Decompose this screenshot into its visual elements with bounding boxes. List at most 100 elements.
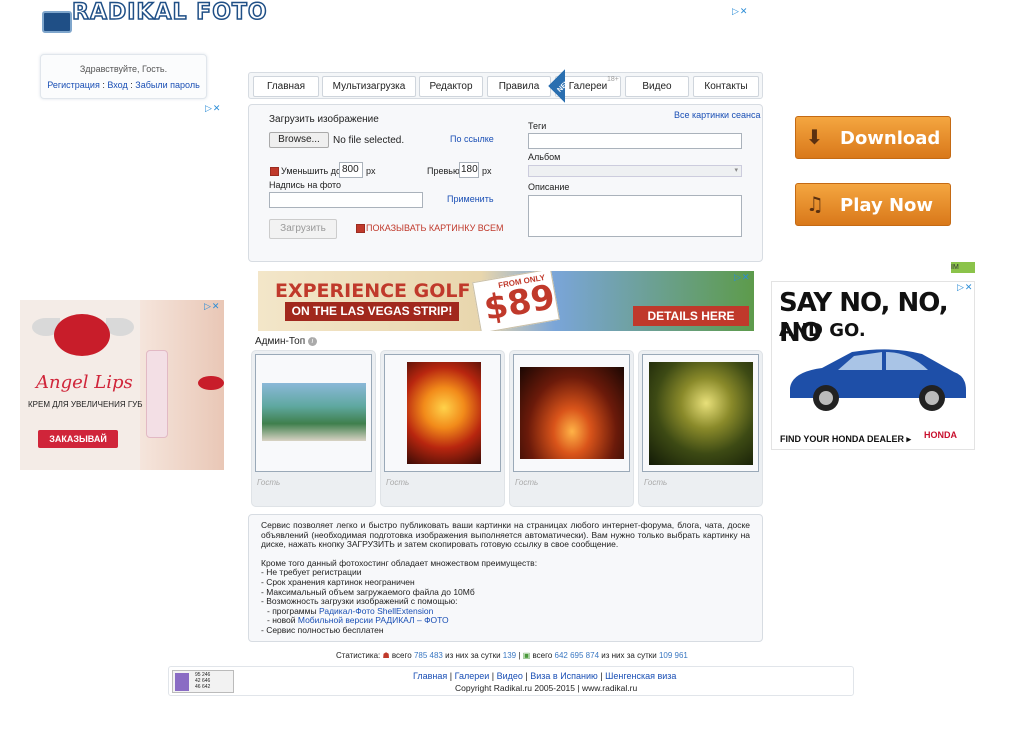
- thumbnail-card[interactable]: Гость: [509, 350, 634, 507]
- shell-extension-link[interactable]: Радикал-Фото ShellExtension: [319, 606, 433, 616]
- footer-link-spain-visa[interactable]: Виза в Испанию: [530, 671, 598, 681]
- honda-logo: HONDA: [924, 430, 957, 440]
- by-link-link[interactable]: По ссылке: [450, 134, 494, 144]
- preview-label: Превью: [427, 166, 460, 176]
- description-intro: Сервис позволяет легко и быстро публиков…: [261, 520, 750, 550]
- upload-title: Загрузить изображение: [269, 114, 379, 125]
- tab-rules[interactable]: Правила: [487, 76, 551, 97]
- golf-ad-banner[interactable]: EXPERIENCE GOLF ON THE LAS VEGAS STRIP! …: [258, 271, 754, 331]
- stat-total-users: 785 483: [413, 651, 443, 660]
- info-icon[interactable]: i: [307, 336, 317, 346]
- wing-icon: [106, 318, 134, 336]
- thumbnail-author: Гость: [257, 478, 281, 487]
- advantage-item: - Сервис полностью бесплатен: [261, 624, 384, 635]
- lips-ad-brand: Angel Lips: [36, 372, 133, 393]
- ad-choices-icon[interactable]: ▷✕: [205, 103, 225, 113]
- tags-input[interactable]: [528, 133, 742, 149]
- tab-video[interactable]: Видео: [625, 76, 689, 97]
- tags-label: Теги: [528, 121, 547, 131]
- browse-button[interactable]: Browse...: [269, 132, 329, 148]
- im-badge: IM: [951, 262, 975, 273]
- tab-contacts[interactable]: Контакты: [693, 76, 759, 97]
- thumbnail-author: Гость: [386, 478, 410, 487]
- footer-link-galleries[interactable]: Галереи: [455, 671, 490, 681]
- play-now-button[interactable]: ♫ Play Now: [795, 183, 951, 226]
- mobile-version-link[interactable]: Мобильной версии РАДИКАЛ – ФОТО: [298, 615, 449, 626]
- resize-label: Уменьшить до: [281, 166, 341, 176]
- lake-thumbnail[interactable]: [262, 383, 366, 441]
- service-description: Сервис позволяет легко и быстро публиков…: [248, 514, 763, 642]
- ad-choices-icon[interactable]: ▷✕: [732, 6, 752, 16]
- stat-total-images: 642 695 874: [554, 651, 600, 660]
- upload-button[interactable]: Загрузить: [269, 219, 337, 239]
- thumbnail-card[interactable]: Гость: [251, 350, 376, 507]
- stat-day-users: 139: [502, 651, 517, 660]
- description-textarea[interactable]: [528, 195, 742, 237]
- resize-px-label: px: [366, 166, 376, 176]
- honda-ad-dealer-link[interactable]: FIND YOUR HONDA DEALER ▸: [780, 434, 911, 445]
- lips-ad-subtitle: КРЕМ ДЛЯ УВЕЛИЧЕНИЯ ГУБ: [28, 400, 143, 409]
- login-box: Здравствуйте, Гость. Регистрация : Вход …: [40, 54, 207, 99]
- caption-label: Надпись на фото: [269, 180, 342, 190]
- honda-ad-line2: AND GO.: [779, 320, 866, 341]
- angel-lips-ad[interactable]: Angel Lips КРЕМ ДЛЯ УВЕЛИЧЕНИЯ ГУБ ЗАКАЗ…: [20, 300, 224, 470]
- show-all-label: ПОКАЗЫВАТЬ КАРТИНКУ ВСЕМ: [366, 223, 504, 233]
- lips-image: [198, 376, 224, 390]
- tab-multiupload[interactable]: Мультизагрузка: [322, 76, 416, 97]
- golf-ad-headline: EXPERIENCE GOLF: [275, 280, 471, 302]
- footer-link-home[interactable]: Главная: [413, 671, 447, 681]
- counter-logo-icon: [175, 673, 189, 691]
- golf-ad-cta[interactable]: DETAILS HERE: [633, 306, 749, 326]
- admin-top-heading: Админ-Топ i: [255, 336, 317, 347]
- stat-day-images: 109 961: [658, 651, 688, 660]
- footer: 95 246 42 646 46 642 Главная | Галереи |…: [168, 666, 854, 696]
- album-select[interactable]: ▾: [528, 165, 742, 177]
- lips-ad-cta[interactable]: ЗАКАЗЫВАЙ: [38, 430, 118, 448]
- resize-checkbox[interactable]: [270, 167, 279, 176]
- visitor-counter[interactable]: 95 246 42 646 46 642: [172, 670, 234, 693]
- show-all-checkbox[interactable]: [356, 224, 365, 233]
- phoenix-thumbnail[interactable]: [407, 362, 481, 464]
- apply-link[interactable]: Применить: [447, 194, 494, 204]
- preview-px-label: px: [482, 166, 492, 176]
- footer-link-video[interactable]: Видео: [497, 671, 523, 681]
- preview-input[interactable]: 180: [459, 162, 479, 178]
- greeting-text: Здравствуйте, Гость.: [79, 64, 168, 74]
- cave-lava-thumbnail[interactable]: [520, 367, 624, 459]
- caption-input[interactable]: [269, 192, 423, 208]
- thumbnail-author: Гость: [644, 478, 668, 487]
- main-nav: Главная Мультизагрузка Редактор Правила …: [248, 72, 763, 99]
- car-image: [790, 349, 966, 411]
- age-badge: 18+: [607, 76, 619, 83]
- chevron-down-icon: ▾: [734, 167, 738, 174]
- login-link[interactable]: Вход: [107, 80, 127, 90]
- description-label: Описание: [528, 182, 570, 192]
- tab-editor[interactable]: Редактор: [419, 76, 483, 97]
- logo-icon[interactable]: [42, 11, 72, 33]
- users-icon: ☗: [382, 651, 390, 660]
- download-button[interactable]: ⬇ Download: [795, 116, 951, 159]
- footer-link-schengen-visa[interactable]: Шенгенская виза: [605, 671, 676, 681]
- thumbnail-card[interactable]: Гость: [638, 350, 763, 507]
- copyright: Copyright Radikal.ru 2005-2015 | www.rad…: [455, 683, 638, 693]
- ad-choices-icon[interactable]: ▷✕: [204, 301, 224, 311]
- honda-ad[interactable]: SAY NO, NO, NO AND GO. FIND YOUR HONDA D…: [771, 281, 975, 450]
- album-label: Альбом: [528, 152, 561, 162]
- thumbnail-card[interactable]: Гость: [380, 350, 505, 507]
- ad-choices-icon[interactable]: ▷✕: [734, 272, 754, 282]
- forest-thumbnail[interactable]: [649, 362, 753, 465]
- tab-home[interactable]: Главная: [253, 76, 319, 97]
- ad-choices-icon[interactable]: ▷✕: [957, 282, 977, 292]
- thumbnail-author: Гость: [515, 478, 539, 487]
- statistics-bar: Статистика: ☗ всего 785 483 из них за су…: [336, 651, 688, 660]
- site-logo[interactable]: RADIKAL FOTO: [71, 1, 268, 25]
- session-images-link[interactable]: Все картинки сеанса: [674, 110, 761, 120]
- music-note-icon: ♫: [806, 192, 824, 216]
- register-link[interactable]: Регистрация: [47, 80, 100, 90]
- images-icon: ▣: [522, 651, 531, 660]
- download-icon: ⬇: [806, 125, 823, 149]
- resize-input[interactable]: 800: [339, 162, 363, 178]
- forgot-password-link[interactable]: Забыли пароль: [135, 80, 199, 90]
- lips-logo-icon: [54, 314, 110, 356]
- product-tube-image: [146, 350, 168, 438]
